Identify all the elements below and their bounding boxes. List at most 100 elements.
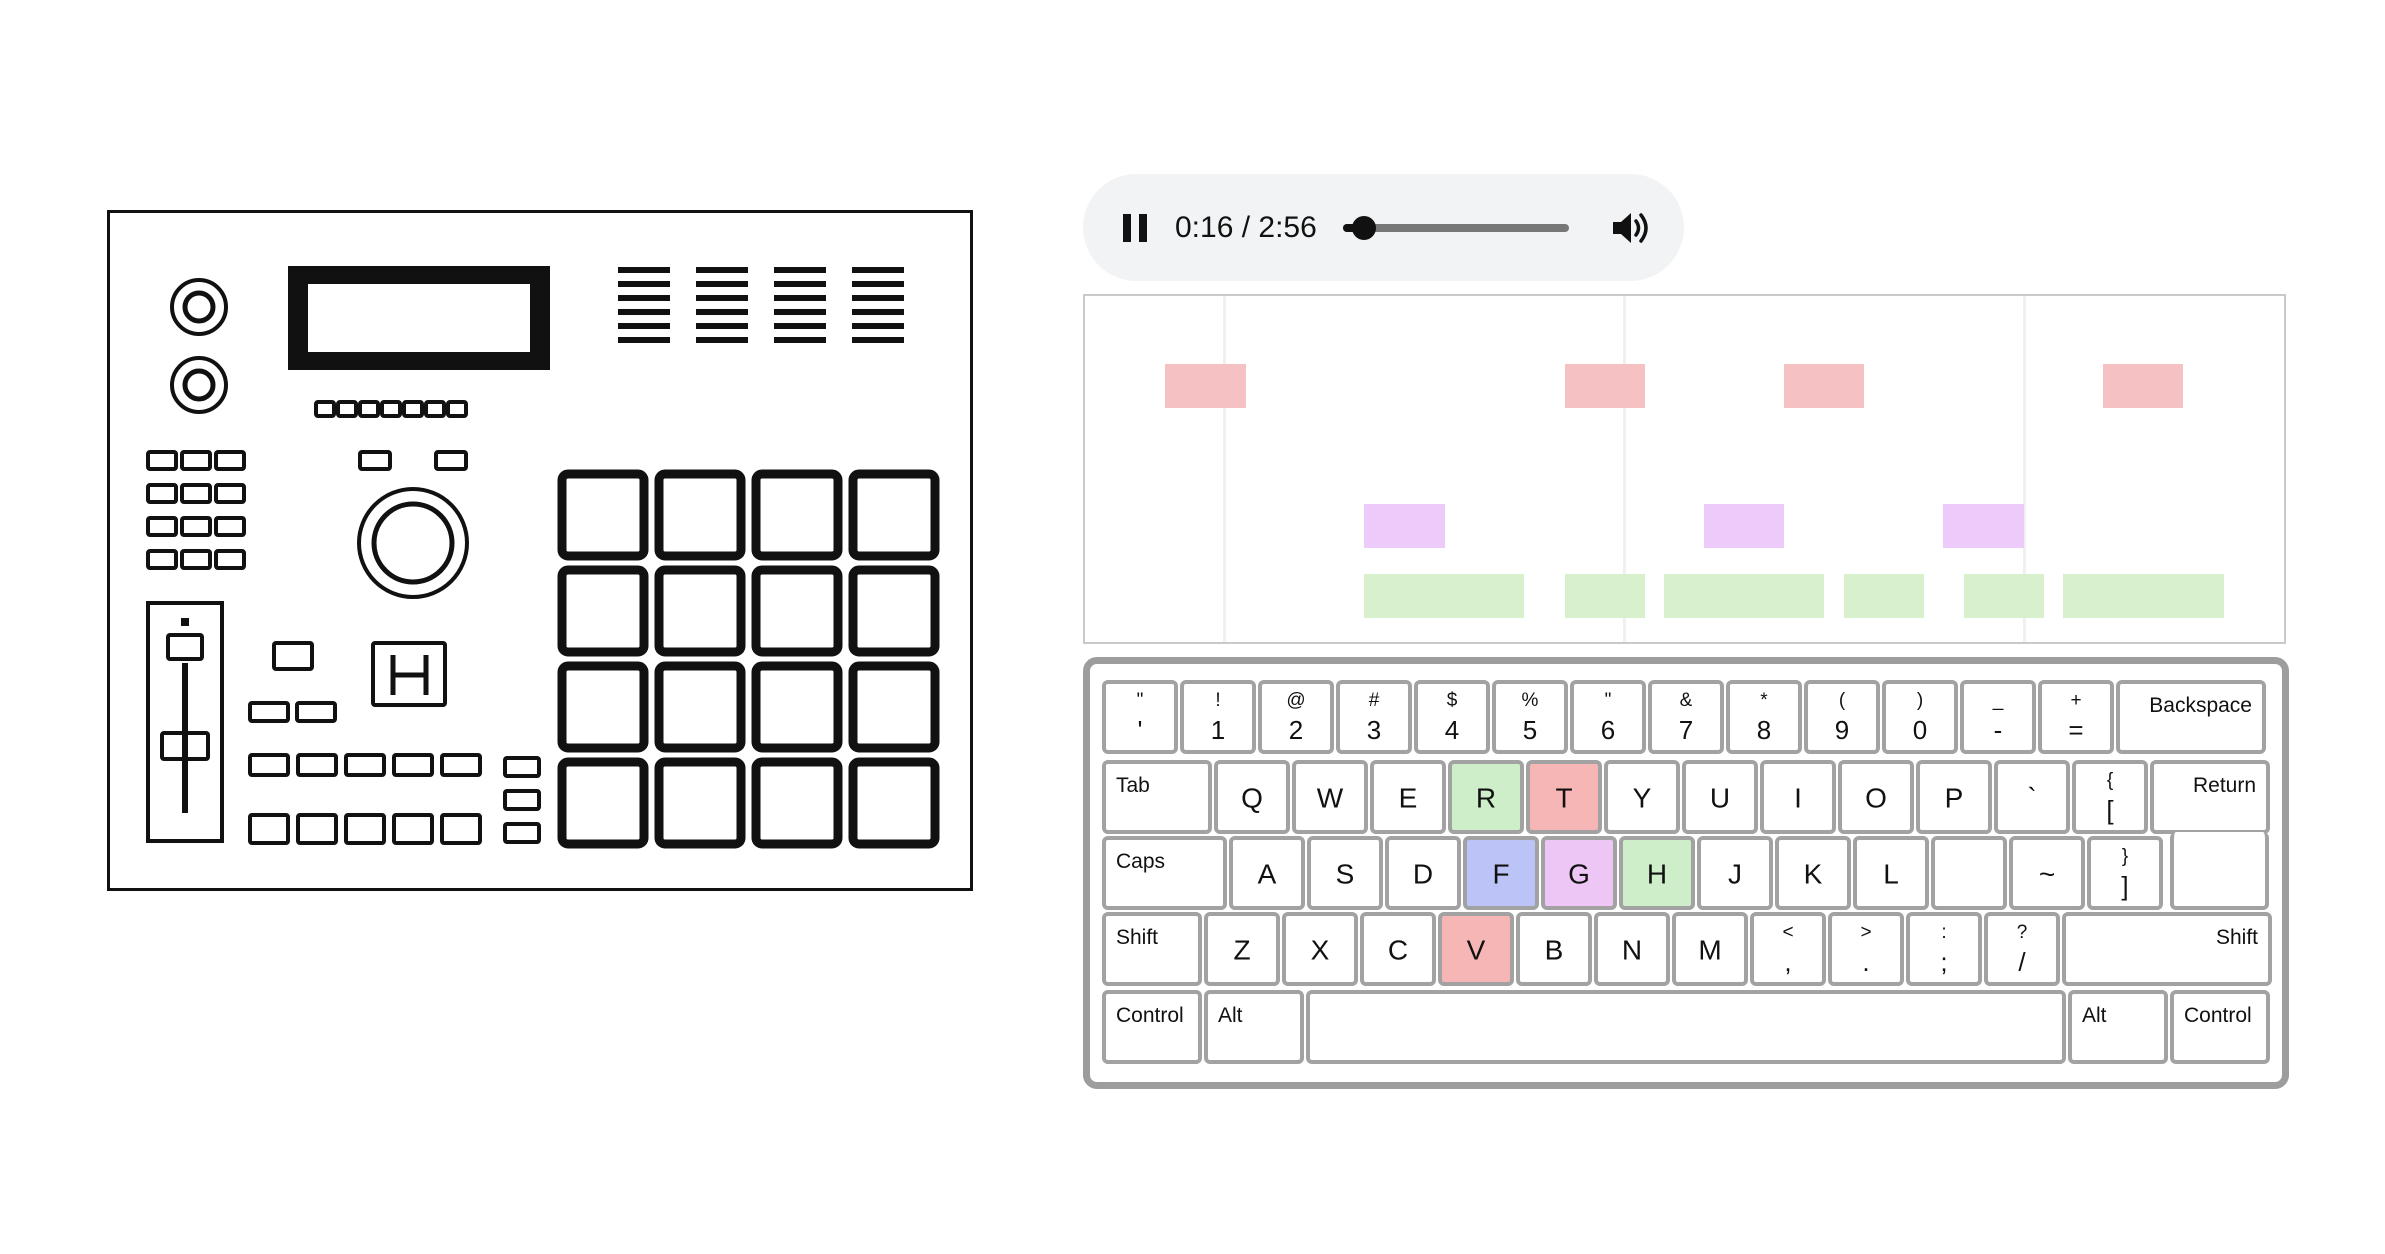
key-label: Alt [1218,1004,1243,1027]
function-button [146,549,178,570]
key-.[interactable]: >. [1828,912,1904,986]
key-[[interactable]: {[ [2072,760,2148,834]
key-blank[interactable] [1931,836,2007,910]
roll-note-purple [1703,504,1784,548]
drum-pad [751,469,843,561]
key-label: 8 [1756,715,1772,745]
key-shift[interactable]: Shift [2062,912,2272,986]
roll-note-green [1963,574,2045,618]
key-5[interactable]: % 5 [1492,680,1568,754]
drum-pad [557,565,649,657]
key-0[interactable]: ) 0 [1882,680,1958,754]
roll-note-green [1664,574,1824,618]
key-alt[interactable]: Alt [2068,990,2168,1064]
key-return[interactable]: Return [2150,760,2270,834]
key-label: K [1803,858,1823,890]
audio-player: 0:16 / 2:56 [1083,174,1684,281]
knob-cap [182,290,216,324]
key-label: Control [2184,1004,2252,1027]
key-h[interactable]: H [1619,836,1695,910]
key-d[interactable]: D [1385,836,1461,910]
drum-pad [557,757,649,849]
key-label: D [1412,858,1434,890]
key-4[interactable]: $4 [1414,680,1490,754]
key-2[interactable]: @2 [1258,680,1334,754]
key-caps[interactable]: Caps [1102,836,1227,910]
key-label: Backspace [2149,694,2252,717]
key-label: Tab [1116,774,1150,797]
key-7[interactable]: & 7 [1648,680,1724,754]
key-c[interactable]: C [1360,912,1436,986]
grille-line [618,323,670,329]
grille-line [696,309,748,315]
drum-pad [751,565,843,657]
key-w[interactable]: W [1292,760,1368,834]
key-;[interactable]: :; [1906,912,1982,986]
key-l[interactable]: L [1853,836,1929,910]
key-s[interactable]: S [1307,836,1383,910]
key-label: A [1257,858,1277,890]
key-3[interactable]: #3 [1336,680,1412,754]
key-f[interactable]: F [1463,836,1539,910]
key-return-extension[interactable] [2170,832,2269,910]
key--[interactable]: _ - [1960,680,2036,754]
key-6[interactable]: " 6 [1570,680,1646,754]
key-b[interactable]: B [1516,912,1592,986]
key-label: S [1335,858,1355,890]
drum-machine-illustration [107,210,973,891]
key-e[interactable]: E [1370,760,1446,834]
small-button [295,701,337,723]
key-x[interactable]: X [1282,912,1358,986]
key-i[interactable]: I [1760,760,1836,834]
key-j[interactable]: J [1697,836,1773,910]
soft-key [446,400,468,418]
key-shift[interactable]: Shift [1102,912,1202,986]
key-p[interactable]: P [1916,760,1992,834]
key-control[interactable]: Control [1102,990,1202,1064]
key-tab[interactable]: Tab [1102,760,1212,834]
key-label: / [2018,947,2026,977]
volume-icon[interactable] [1611,208,1653,248]
key-r[interactable]: R [1448,760,1524,834]
key-backspace[interactable]: Backspace [2116,680,2266,754]
key-][interactable]: }] [2087,836,2163,910]
key-n[interactable]: N [1594,912,1670,986]
key-=[interactable]: + = [2038,680,2114,754]
grille-line [696,337,748,343]
key-z[interactable]: Z [1204,912,1280,986]
key-alt[interactable]: Alt [1204,990,1304,1064]
key-t[interactable]: T [1526,760,1602,834]
key-control[interactable]: Control [2170,990,2270,1064]
key-u[interactable]: U [1682,760,1758,834]
key-`[interactable]: ` [1994,760,2070,834]
key-a[interactable]: A [1229,836,1305,910]
key-~[interactable]: ~ [2009,836,2085,910]
function-button [214,516,246,537]
key-label: V [1466,934,1486,966]
key-label: ` [2027,782,2037,814]
key-1[interactable]: ! 1 [1180,680,1256,754]
key-m[interactable]: M [1672,912,1748,986]
key-,[interactable]: <, [1750,912,1826,986]
key-q[interactable]: Q [1214,760,1290,834]
mode-button [248,813,290,845]
function-button [214,483,246,504]
key-9[interactable]: (9 [1804,680,1880,754]
key-space[interactable] [1306,990,2066,1064]
seek-slider[interactable] [1343,216,1569,240]
key-k[interactable]: K [1775,836,1851,910]
key-y[interactable]: Y [1604,760,1680,834]
seek-handle[interactable] [1351,216,1376,240]
pause-icon[interactable] [1119,211,1153,245]
grille-line [774,295,826,301]
key-g[interactable]: G [1541,836,1617,910]
key-o[interactable]: O [1838,760,1914,834]
drum-pad [557,661,649,753]
key-shift-label: + [2070,690,2082,711]
key-8[interactable]: * 8 [1726,680,1802,754]
key-v[interactable]: V [1438,912,1514,986]
key-'[interactable]: " ' [1102,680,1178,754]
key-label: E [1398,782,1418,814]
key-label: H [1646,858,1668,890]
key-/[interactable]: ? / [1984,912,2060,986]
